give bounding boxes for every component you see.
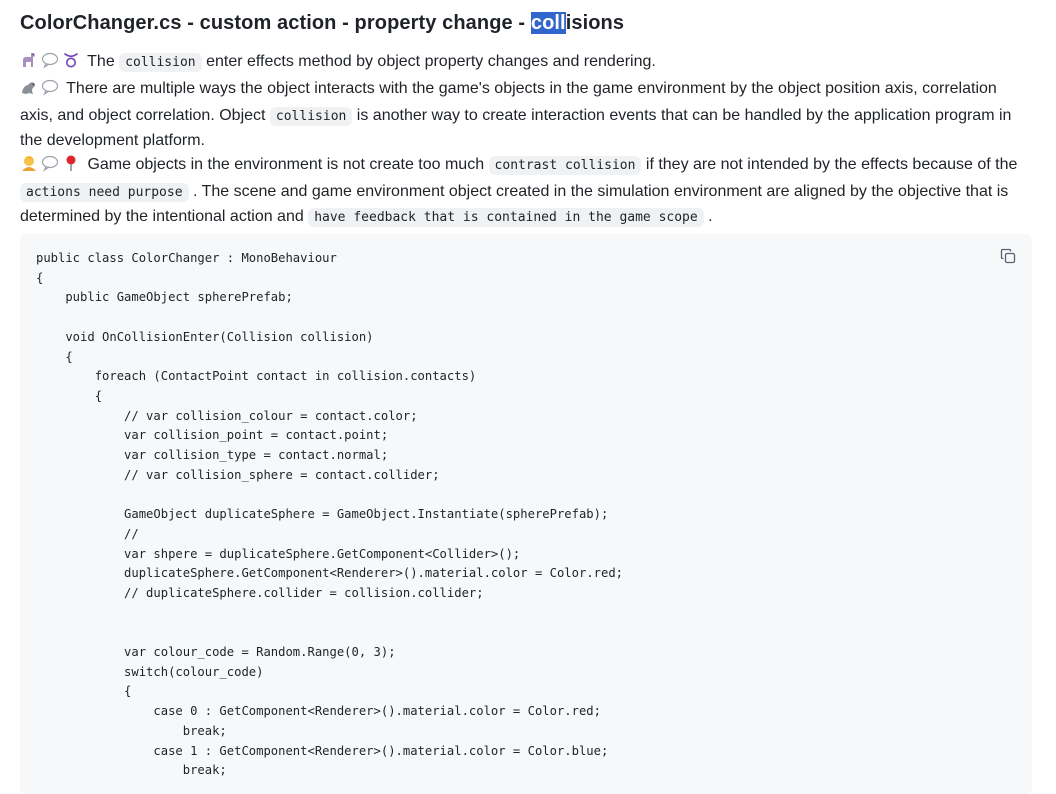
description-line-1: The collision enter effects method by ob…: [20, 50, 1032, 77]
line-3-text-2: if they are not intended by the effects …: [641, 156, 1018, 173]
line-3-text-4: .: [703, 208, 713, 225]
description-line-2: There are multiple ways the object inter…: [20, 77, 1032, 153]
inline-code: collision: [269, 107, 353, 126]
inline-code: actions need purpose: [20, 183, 189, 202]
line-1-text-2: enter effects method by object property …: [201, 53, 656, 70]
page-title: ColorChanger.cs - custom action - proper…: [20, 9, 624, 37]
speech-bubble-icon: [41, 78, 59, 104]
person-icon: [20, 154, 38, 180]
llama-icon: [20, 51, 38, 77]
description-line-3: Game objects in the environment is not c…: [20, 153, 1032, 230]
inline-code: have feedback that is contained in the g…: [308, 208, 704, 227]
seal-icon: [20, 78, 38, 104]
page-title-prefix: ColorChanger.cs - custom action - proper…: [20, 12, 531, 34]
speech-bubble-icon: [41, 51, 59, 77]
line-3-text-1: Game objects in the environment is not c…: [87, 156, 489, 173]
speech-bubble-icon: [41, 154, 59, 180]
line-1-text-1: The: [87, 53, 120, 70]
pushpin-icon: [62, 154, 80, 180]
code-block[interactable]: public class ColorChanger : MonoBehaviou…: [20, 234, 1032, 794]
copy-icon[interactable]: [1000, 248, 1016, 264]
description: The collision enter effects method by ob…: [20, 50, 1032, 230]
inline-code: collision: [119, 53, 202, 72]
inline-code: contrast collision: [488, 156, 642, 175]
selected-text-highlight[interactable]: coll: [530, 12, 566, 34]
taurus-icon: [62, 51, 80, 77]
page-title-suffix: isions: [565, 12, 625, 34]
page: ColorChanger.cs - custom action - proper…: [0, 0, 1056, 794]
code-content[interactable]: public class ColorChanger : MonoBehaviou…: [20, 234, 1032, 781]
